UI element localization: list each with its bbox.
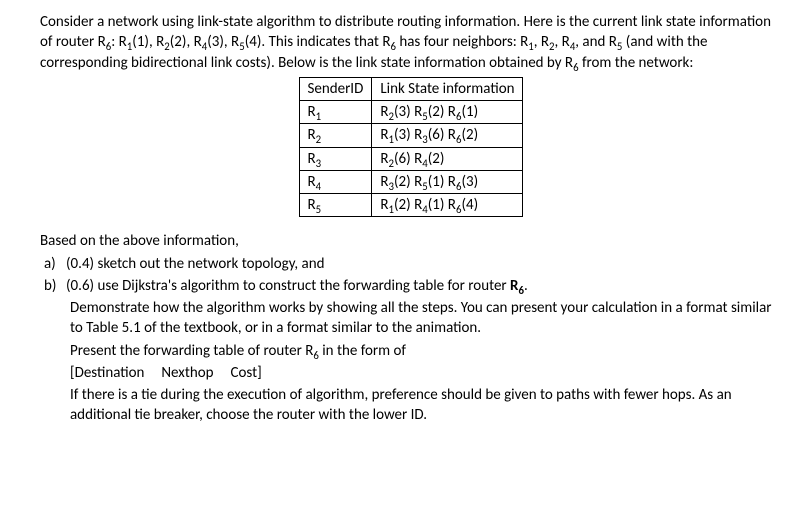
question-b-text: (0.6) use Dijkstra's algorithm to constr… bbox=[66, 276, 782, 296]
table-row: R4R3(2) R5(1) R6(3) bbox=[299, 170, 523, 193]
paragraph-present: Present the forwarding table of router R… bbox=[70, 341, 782, 361]
paragraph-format: [Destination Nexthop Cost] bbox=[70, 363, 782, 383]
sender-cell: R2 bbox=[299, 124, 372, 147]
table-row: R3R2(6) R4(2) bbox=[299, 147, 523, 170]
link-state-table: SenderID Link State information R1R2(3) … bbox=[299, 77, 524, 218]
sender-cell: R4 bbox=[299, 170, 372, 193]
question-a: a) (0.4) sketch out the network topology… bbox=[40, 254, 782, 274]
intro-text: , R bbox=[534, 33, 549, 51]
intro-text: , R bbox=[555, 33, 570, 51]
header-linkstate: Link State information bbox=[372, 77, 523, 100]
intro-text: four neighbors: R bbox=[424, 33, 529, 51]
linkstate-cell: R3(2) R5(1) R6(3) bbox=[372, 170, 523, 193]
intro-text: Consider a network using link-state algo… bbox=[40, 13, 589, 31]
table-row: R5R1(2) R4(1) R6(4) bbox=[299, 194, 523, 217]
router-bold: R6 bbox=[510, 277, 524, 295]
paragraph-demonstrate: Demonstrate how the algorithm works by s… bbox=[70, 298, 782, 339]
question-b-label: b) bbox=[40, 276, 66, 296]
sender-cell: R3 bbox=[299, 147, 372, 170]
linkstate-cell: R2(6) R4(2) bbox=[372, 147, 523, 170]
intro-text: the link state information obtained by R bbox=[332, 54, 573, 72]
table-header-row: SenderID Link State information bbox=[299, 77, 523, 100]
table-row: R2R1(3) R3(6) R6(2) bbox=[299, 124, 523, 147]
intro-text: : R bbox=[111, 33, 127, 51]
linkstate-cell: R1(2) R4(1) R6(4) bbox=[372, 194, 523, 217]
question-b: b) (0.6) use Dijkstra's algorithm to con… bbox=[40, 276, 782, 296]
paragraph-tiebreak: If there is a tie during the execution o… bbox=[70, 385, 782, 426]
intro-text: (3), R bbox=[207, 33, 239, 51]
intro-text: (4). This indicates that R bbox=[245, 33, 391, 51]
based-on-text: Based on the above information, bbox=[40, 231, 782, 251]
question-a-text: (0.4) sketch out the network topology, a… bbox=[66, 254, 782, 274]
linkstate-cell: R2(3) R5(2) R6(1) bbox=[372, 101, 523, 124]
linkstate-cell: R1(3) R3(6) R6(2) bbox=[372, 124, 523, 147]
intro-text: (1), R bbox=[132, 33, 164, 51]
table-row: R1R2(3) R5(2) R6(1) bbox=[299, 101, 523, 124]
sender-cell: R5 bbox=[299, 194, 372, 217]
intro-text: , and R bbox=[575, 33, 617, 51]
intro-text: has bbox=[396, 33, 420, 51]
header-sender: SenderID bbox=[299, 77, 372, 100]
sender-cell: R1 bbox=[299, 101, 372, 124]
problem-intro: Consider a network using link-state algo… bbox=[40, 12, 782, 73]
intro-text: (2), R bbox=[170, 33, 202, 51]
question-a-label: a) bbox=[40, 254, 66, 274]
intro-text: from the network: bbox=[579, 54, 694, 72]
